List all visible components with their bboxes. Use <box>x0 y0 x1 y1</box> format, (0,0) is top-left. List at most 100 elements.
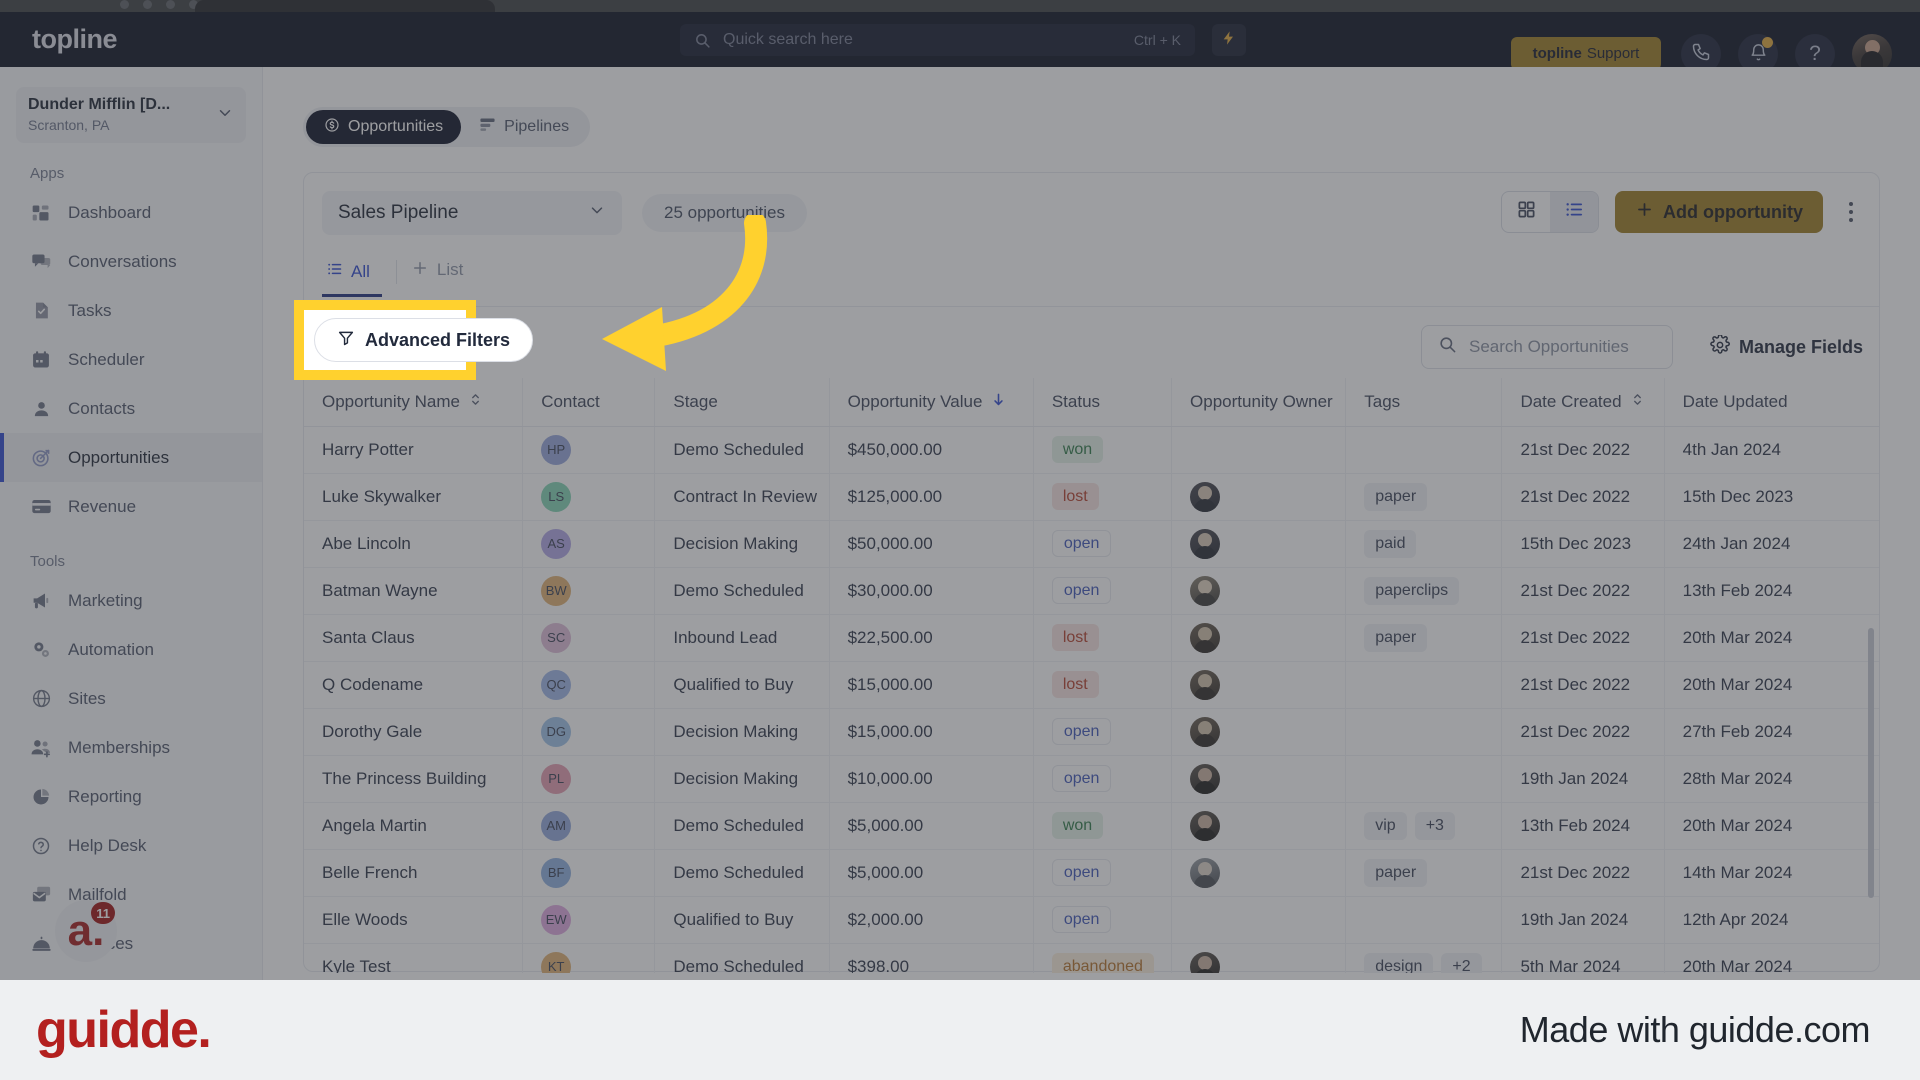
add-opportunity-button[interactable]: Add opportunity <box>1615 191 1823 233</box>
sidebar-item-tasks[interactable]: Tasks <box>0 286 262 335</box>
cell-tags[interactable] <box>1345 708 1503 756</box>
cell-date-updated[interactable]: 24th Jan 2024 <box>1664 520 1879 568</box>
cell-date-created[interactable]: 5th Mar 2024 <box>1501 943 1665 973</box>
cell-date-updated[interactable]: 20th Mar 2024 <box>1664 614 1879 662</box>
cell-date-updated[interactable]: 28th Mar 2024 <box>1664 755 1879 803</box>
column-header-date-updated[interactable]: Date Updated <box>1664 378 1879 427</box>
owner-avatar[interactable] <box>1190 528 1221 559</box>
grid-view-button[interactable] <box>1502 192 1550 232</box>
cell-opportunity-name[interactable]: Batman Wayne <box>304 567 524 615</box>
cell-opportunity-value[interactable]: $398.00 <box>829 943 1034 973</box>
cell-date-created[interactable]: 21st Dec 2022 <box>1501 426 1665 474</box>
column-header-opportunity-owner[interactable]: Opportunity Owner <box>1171 378 1347 427</box>
column-header-status[interactable]: Status <box>1033 378 1173 427</box>
cell-opportunity-value[interactable]: $5,000.00 <box>829 802 1034 850</box>
cell-opportunity-value[interactable]: $125,000.00 <box>829 473 1034 521</box>
contact-initials-avatar[interactable]: AS <box>541 528 572 559</box>
table-row[interactable]: Harry Potter HP Demo Scheduled $450,000.00 w… <box>304 426 1879 474</box>
owner-avatar[interactable] <box>1190 763 1221 794</box>
cell-date-created[interactable]: 21st Dec 2022 <box>1501 473 1665 521</box>
contact-initials-avatar[interactable]: BF <box>541 857 572 888</box>
cell-opportunity-owner[interactable] <box>1171 849 1347 897</box>
contact-initials-avatar[interactable]: AM <box>541 810 572 841</box>
app-logo[interactable]: topline <box>32 24 118 55</box>
sidebar-item-marketing[interactable]: Marketing <box>0 576 262 625</box>
cell-date-created[interactable]: 15th Dec 2023 <box>1501 520 1665 568</box>
cell-status[interactable]: abandoned <box>1033 943 1173 973</box>
cell-date-created[interactable]: 21st Dec 2022 <box>1501 614 1665 662</box>
owner-avatar[interactable] <box>1190 810 1221 841</box>
cell-opportunity-owner[interactable] <box>1171 614 1347 662</box>
cell-date-created[interactable]: 19th Jan 2024 <box>1501 755 1665 803</box>
cell-opportunity-value[interactable]: $450,000.00 <box>829 426 1034 474</box>
cell-stage[interactable]: Inbound Lead <box>654 614 830 662</box>
cell-opportunity-owner[interactable] <box>1171 473 1347 521</box>
cell-stage[interactable]: Decision Making <box>654 520 830 568</box>
cell-opportunity-owner[interactable] <box>1171 567 1347 615</box>
cell-opportunity-value[interactable]: $15,000.00 <box>829 708 1034 756</box>
cell-opportunity-value[interactable]: $22,500.00 <box>829 614 1034 662</box>
cell-date-created[interactable]: 21st Dec 2022 <box>1501 708 1665 756</box>
cell-date-created[interactable]: 13th Feb 2024 <box>1501 802 1665 850</box>
cell-status[interactable]: open <box>1033 849 1173 897</box>
browser-tab[interactable] <box>195 0 495 12</box>
cell-stage[interactable]: Demo Scheduled <box>654 802 830 850</box>
contact-initials-avatar[interactable]: PL <box>541 763 572 794</box>
table-row[interactable]: Belle French BF Demo Scheduled $5,000.00 ope… <box>304 849 1879 897</box>
table-row[interactable]: Q Codename QC Qualified to Buy $15,000.00 lo… <box>304 661 1879 709</box>
tab-pipelines[interactable]: Pipelines <box>461 110 587 144</box>
cell-opportunity-value[interactable]: $15,000.00 <box>829 661 1034 709</box>
cell-contact[interactable]: LS <box>522 473 656 521</box>
opportunities-table-container[interactable]: Opportunity Name Contact Stage Opportuni… <box>304 378 1879 973</box>
cell-opportunity-owner[interactable] <box>1171 896 1347 944</box>
cell-status[interactable]: open <box>1033 896 1173 944</box>
owner-avatar[interactable] <box>1190 481 1221 512</box>
table-row[interactable]: Abe Lincoln AS Decision Making $50,000.00 op… <box>304 520 1879 568</box>
cell-opportunity-value[interactable]: $2,000.00 <box>829 896 1034 944</box>
column-header-tags[interactable]: Tags <box>1345 378 1503 427</box>
cell-stage[interactable]: Demo Scheduled <box>654 943 830 973</box>
sidebar-item-dashboard[interactable]: Dashboard <box>0 188 262 237</box>
sidebar-item-mailfold[interactable]: Mailfold <box>0 870 262 919</box>
cell-contact[interactable]: PL <box>522 755 656 803</box>
cell-stage[interactable]: Decision Making <box>654 708 830 756</box>
cell-status[interactable]: won <box>1033 426 1173 474</box>
cell-opportunity-owner[interactable] <box>1171 708 1347 756</box>
column-header-contact[interactable]: Contact <box>522 378 656 427</box>
cell-contact[interactable]: AM <box>522 802 656 850</box>
owner-avatar[interactable] <box>1190 716 1221 747</box>
contact-initials-avatar[interactable]: DG <box>541 716 572 747</box>
sidebar-item-revenue[interactable]: Revenue <box>0 482 262 531</box>
cell-tags[interactable]: paper <box>1345 473 1503 521</box>
manage-fields-button[interactable]: Manage Fields <box>1710 325 1863 369</box>
contact-initials-avatar[interactable]: SC <box>541 622 572 653</box>
table-row[interactable]: Dorothy Gale DG Decision Making $15,000.00 o… <box>304 708 1879 756</box>
cell-tags[interactable] <box>1345 896 1503 944</box>
sidebar-item-opportunities[interactable]: Opportunities <box>0 433 262 482</box>
table-row[interactable]: The Princess Building PL Decision Making $1… <box>304 755 1879 803</box>
sidebar-item-services[interactable]: Services <box>0 919 262 968</box>
cell-opportunity-owner[interactable] <box>1171 661 1347 709</box>
cell-date-created[interactable]: 21st Dec 2022 <box>1501 849 1665 897</box>
cell-opportunity-owner[interactable] <box>1171 802 1347 850</box>
contact-initials-avatar[interactable]: EW <box>541 904 572 935</box>
table-row[interactable]: Kyle Test KT Demo Scheduled $398.00 abandone… <box>304 943 1879 973</box>
table-row[interactable]: Angela Martin AM Demo Scheduled $5,000.00 wo… <box>304 802 1879 850</box>
contact-initials-avatar[interactable]: KT <box>541 951 572 973</box>
cell-stage[interactable]: Demo Scheduled <box>654 567 830 615</box>
cell-tags[interactable]: paid <box>1345 520 1503 568</box>
cell-opportunity-name[interactable]: Santa Claus <box>304 614 524 662</box>
cell-opportunity-name[interactable]: Angela Martin <box>304 802 524 850</box>
cell-status[interactable]: lost <box>1033 614 1173 662</box>
cell-opportunity-owner[interactable] <box>1171 426 1347 474</box>
tab-add-list[interactable]: List <box>411 259 463 294</box>
cell-opportunity-name[interactable]: Harry Potter <box>304 426 524 474</box>
cell-stage[interactable]: Decision Making <box>654 755 830 803</box>
cell-status[interactable]: open <box>1033 567 1173 615</box>
cell-stage[interactable]: Contract In Review <box>654 473 830 521</box>
table-row[interactable]: Batman Wayne BW Demo Scheduled $30,000.00 op… <box>304 567 1879 615</box>
column-header-date-created[interactable]: Date Created <box>1501 378 1665 427</box>
cell-date-created[interactable]: 19th Jan 2024 <box>1501 896 1665 944</box>
cell-contact[interactable]: SC <box>522 614 656 662</box>
sidebar-item-conversations[interactable]: Conversations <box>0 237 262 286</box>
